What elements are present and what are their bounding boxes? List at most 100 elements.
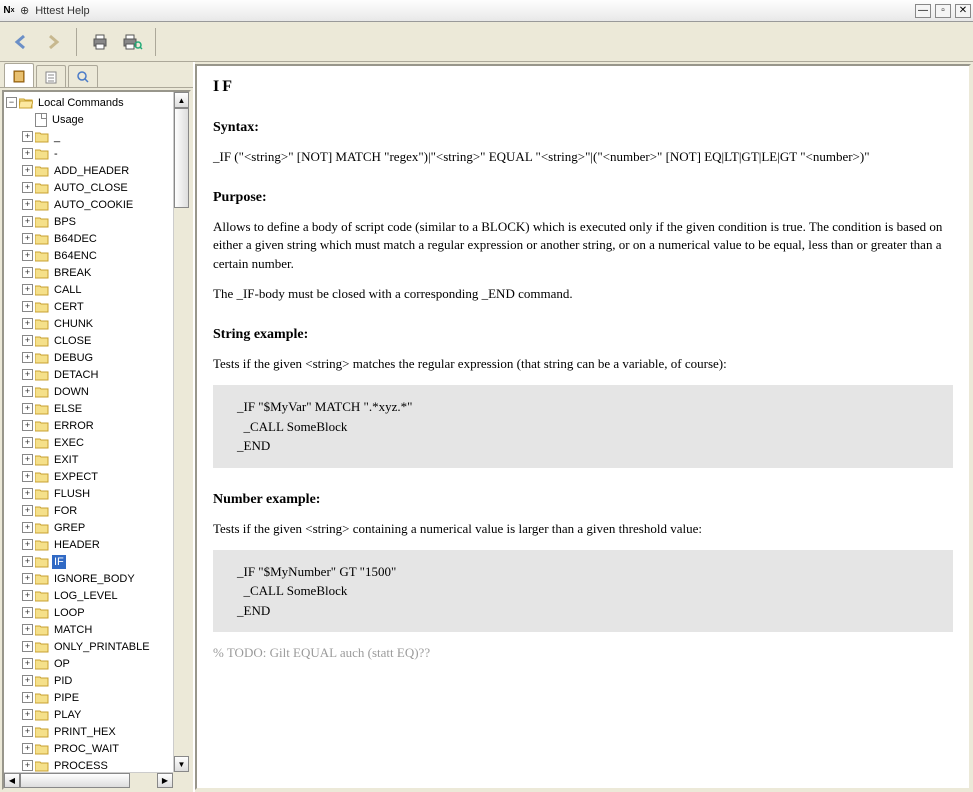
tree-item[interactable]: +FOR <box>22 502 189 519</box>
expand-icon[interactable]: + <box>22 318 33 329</box>
tree-item[interactable]: +ADD_HEADER <box>22 162 189 179</box>
scroll-right-button[interactable]: ▶ <box>157 773 173 788</box>
expand-icon[interactable]: + <box>22 454 33 465</box>
expand-icon[interactable]: + <box>22 675 33 686</box>
tree-item-usage[interactable]: Usage <box>22 111 189 128</box>
expand-icon[interactable]: + <box>22 420 33 431</box>
tree-item[interactable]: +- <box>22 145 189 162</box>
tree-root-item[interactable]: − Local Commands <box>6 94 189 111</box>
tab-index[interactable] <box>36 65 66 87</box>
tree-item[interactable]: +HEADER <box>22 536 189 553</box>
tree-item[interactable]: +AUTO_CLOSE <box>22 179 189 196</box>
tree-item[interactable]: +LOG_LEVEL <box>22 587 189 604</box>
tree-hscrollbar[interactable]: ◀ ▶ <box>4 772 173 788</box>
scroll-left-button[interactable]: ◀ <box>4 773 20 788</box>
collapse-icon[interactable]: − <box>6 97 17 108</box>
tree-item[interactable]: +GREP <box>22 519 189 536</box>
expand-icon[interactable]: + <box>22 743 33 754</box>
tree-item[interactable]: +DEBUG <box>22 349 189 366</box>
hscroll-thumb[interactable] <box>20 773 130 788</box>
scroll-down-button[interactable]: ▼ <box>174 756 189 772</box>
expand-icon[interactable]: + <box>22 471 33 482</box>
tree-item[interactable]: +BPS <box>22 213 189 230</box>
tree-item[interactable]: +ERROR <box>22 417 189 434</box>
tree-item[interactable]: +CERT <box>22 298 189 315</box>
expand-icon[interactable]: + <box>22 182 33 193</box>
folder-icon <box>35 624 49 636</box>
tab-contents[interactable] <box>4 63 34 87</box>
print-button[interactable] <box>85 27 115 57</box>
expand-icon[interactable]: + <box>22 658 33 669</box>
expand-icon[interactable]: + <box>22 369 33 380</box>
scroll-up-button[interactable]: ▲ <box>174 92 189 108</box>
print-preview-button[interactable] <box>117 27 147 57</box>
tree-item[interactable]: +AUTO_COOKIE <box>22 196 189 213</box>
expand-icon[interactable]: + <box>22 522 33 533</box>
tree-item[interactable]: +CALL <box>22 281 189 298</box>
expand-icon[interactable]: + <box>22 505 33 516</box>
maximize-button[interactable]: ▫ <box>935 4 951 18</box>
expand-icon[interactable]: + <box>22 760 33 771</box>
expand-icon[interactable]: + <box>22 199 33 210</box>
expand-icon[interactable]: + <box>22 403 33 414</box>
minimize-button[interactable]: — <box>915 4 931 18</box>
tree-item[interactable]: +FLUSH <box>22 485 189 502</box>
tree-item[interactable]: +PROC_WAIT <box>22 740 189 757</box>
expand-icon[interactable]: + <box>22 437 33 448</box>
tree-item[interactable]: +EXEC <box>22 434 189 451</box>
expand-icon[interactable]: + <box>22 335 33 346</box>
expand-icon[interactable]: + <box>22 386 33 397</box>
tree-item[interactable]: +PIPE <box>22 689 189 706</box>
back-button[interactable] <box>6 27 36 57</box>
expand-icon[interactable]: + <box>22 641 33 652</box>
expand-icon[interactable]: + <box>22 539 33 550</box>
tree-item[interactable]: +OP <box>22 655 189 672</box>
tree-item[interactable]: +PID <box>22 672 189 689</box>
expand-icon[interactable]: + <box>22 590 33 601</box>
expand-icon[interactable]: + <box>22 607 33 618</box>
expand-icon[interactable]: + <box>22 267 33 278</box>
tree-item[interactable]: +PRINT_HEX <box>22 723 189 740</box>
tree-item[interactable]: +DOWN <box>22 383 189 400</box>
pin-icon[interactable]: ⊕ <box>20 4 29 17</box>
tree-item[interactable]: +BREAK <box>22 264 189 281</box>
tree-item[interactable]: +EXPECT <box>22 468 189 485</box>
expand-icon[interactable]: + <box>22 233 33 244</box>
tree-item[interactable]: +EXIT <box>22 451 189 468</box>
expand-icon[interactable]: + <box>22 573 33 584</box>
purpose-text-1: Allows to define a body of script code (… <box>213 218 953 273</box>
expand-icon[interactable]: + <box>22 148 33 159</box>
tab-search[interactable] <box>68 65 98 87</box>
expand-icon[interactable]: + <box>22 250 33 261</box>
expand-icon[interactable]: + <box>22 488 33 499</box>
expand-icon[interactable]: + <box>22 726 33 737</box>
expand-icon[interactable]: + <box>22 131 33 142</box>
tree-item[interactable]: +B64ENC <box>22 247 189 264</box>
expand-icon[interactable]: + <box>22 624 33 635</box>
tree-vscrollbar[interactable]: ▲ ▼ <box>173 92 189 772</box>
tree-item[interactable]: +IGNORE_BODY <box>22 570 189 587</box>
expand-icon[interactable]: + <box>22 692 33 703</box>
expand-icon[interactable]: + <box>22 284 33 295</box>
expand-icon[interactable]: + <box>22 352 33 363</box>
scroll-thumb[interactable] <box>174 108 189 208</box>
tree-item[interactable]: +LOOP <box>22 604 189 621</box>
tree-item[interactable]: +MATCH <box>22 621 189 638</box>
close-button[interactable]: ✕ <box>955 4 971 18</box>
tree-item[interactable]: +ELSE <box>22 400 189 417</box>
forward-button[interactable] <box>38 27 68 57</box>
tree-item[interactable]: +CHUNK <box>22 315 189 332</box>
expand-icon[interactable]: + <box>22 216 33 227</box>
tree-item[interactable]: +B64DEC <box>22 230 189 247</box>
tree-view[interactable]: − Local Commands Usage +_+-+ADD_HEADER+A… <box>4 92 189 788</box>
expand-icon[interactable]: + <box>22 556 33 567</box>
tree-item[interactable]: +CLOSE <box>22 332 189 349</box>
expand-icon[interactable]: + <box>22 709 33 720</box>
tree-item[interactable]: +ONLY_PRINTABLE <box>22 638 189 655</box>
tree-item[interactable]: +_ <box>22 128 189 145</box>
tree-item[interactable]: +IF <box>22 553 189 570</box>
expand-icon[interactable]: + <box>22 165 33 176</box>
tree-item[interactable]: +DETACH <box>22 366 189 383</box>
tree-item[interactable]: +PLAY <box>22 706 189 723</box>
expand-icon[interactable]: + <box>22 301 33 312</box>
